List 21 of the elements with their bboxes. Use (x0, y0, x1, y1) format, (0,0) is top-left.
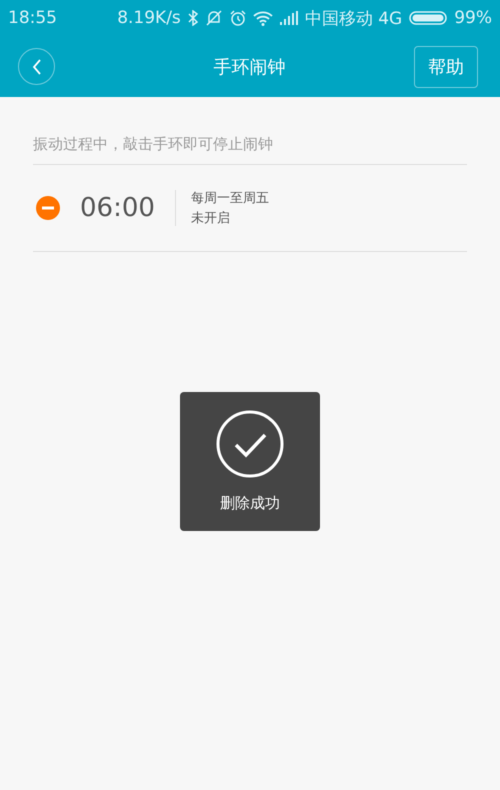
clock-time: 18:55 (8, 8, 57, 28)
alarm-time: 06:00 (80, 193, 155, 223)
battery-icon (409, 11, 448, 25)
check-icon (216, 410, 284, 478)
muted-bell-icon (204, 10, 223, 26)
back-button[interactable] (18, 48, 55, 85)
bluetooth-icon (188, 10, 198, 26)
alarm-repeat: 每周一至周五 (190, 190, 269, 207)
battery-percent: 99% (454, 8, 492, 28)
page-title: 手环闹钟 (212, 56, 286, 78)
carrier-name: 中国移动 4G (304, 8, 402, 30)
signal-icon (280, 11, 298, 25)
help-button[interactable]: 帮助 (414, 46, 478, 88)
toast-message: 删除成功 (220, 494, 280, 513)
alarm-icon (230, 10, 246, 26)
network-speed: 8.19K/s (117, 8, 181, 28)
alarm-status: 未开启 (190, 210, 231, 227)
wifi-icon (252, 10, 273, 26)
back-icon (32, 58, 42, 74)
hint-text: 振动过程中，敲击手环即可停止闹钟 (33, 97, 467, 165)
delete-icon[interactable] (36, 196, 60, 220)
